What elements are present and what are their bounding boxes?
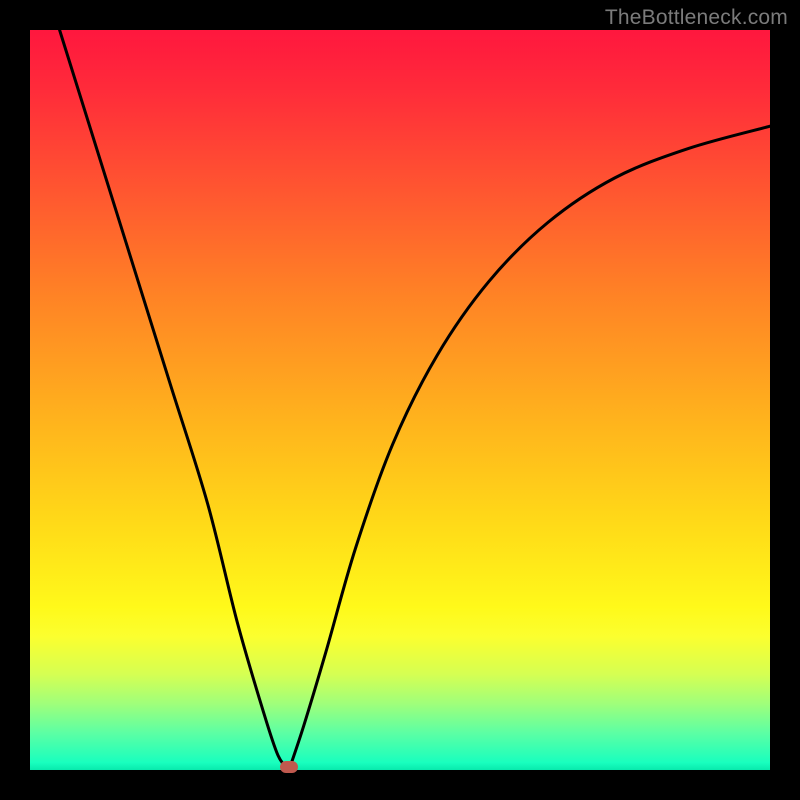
minimum-marker bbox=[280, 761, 298, 773]
curve-path bbox=[60, 30, 770, 770]
watermark-text: TheBottleneck.com bbox=[605, 6, 788, 30]
plot-area bbox=[30, 30, 770, 770]
bottleneck-curve bbox=[30, 30, 770, 770]
outer-frame: TheBottleneck.com bbox=[0, 0, 800, 800]
